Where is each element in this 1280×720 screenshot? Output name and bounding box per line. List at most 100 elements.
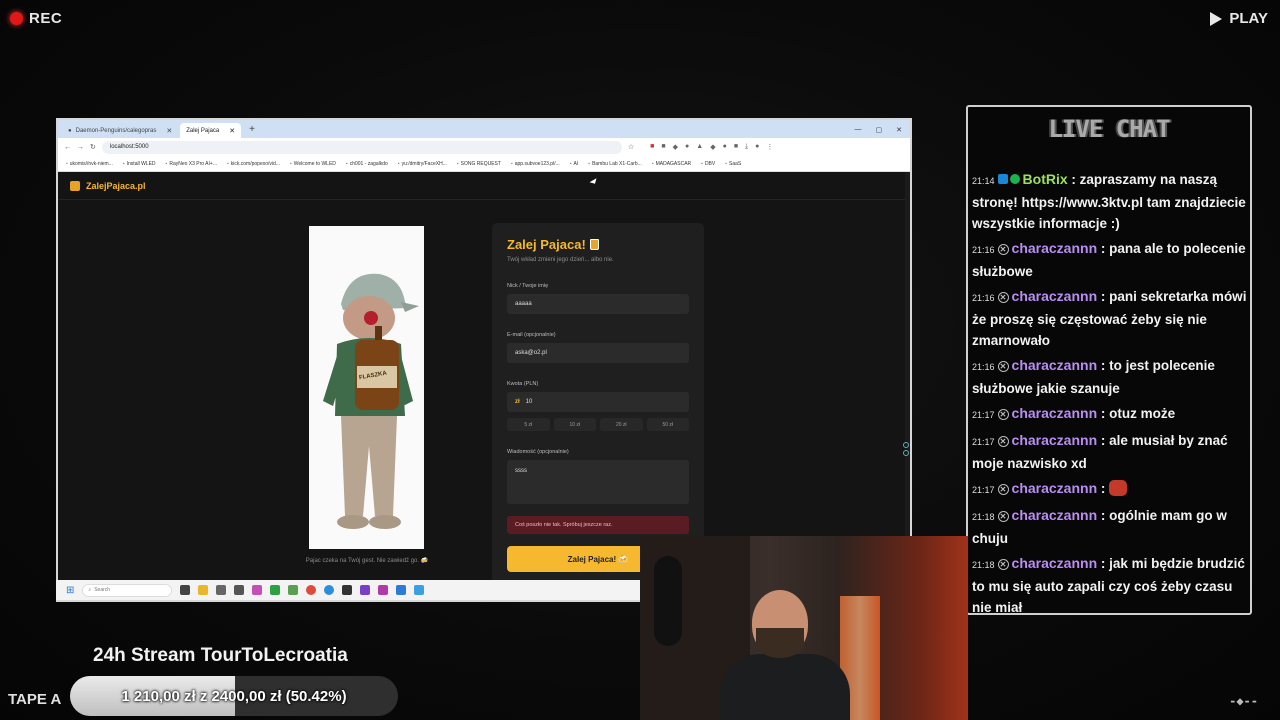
bookmark-item[interactable]: kick.com/popexo/vid... — [227, 161, 280, 167]
extension-icon[interactable]: ▲ — [696, 143, 703, 151]
bookmarks-bar: ukomis//nvk-niem... Install WLED RayNeo … — [58, 156, 910, 172]
user-badge-icon: ✕ — [997, 484, 1009, 495]
amount-input[interactable]: zł 10 — [507, 392, 689, 412]
side-widget[interactable] — [902, 442, 910, 462]
new-tab-icon[interactable]: + — [249, 124, 255, 135]
bookmark-item[interactable]: yu:/dmitry/FaceXH... — [398, 161, 447, 167]
download-icon[interactable]: ⤓ — [745, 143, 748, 151]
site-logo[interactable]: ZalejPajaca.pl — [86, 181, 146, 191]
user-badge-icon: ✕ — [997, 292, 1009, 303]
message-user[interactable]: characzannn — [1012, 357, 1098, 373]
forward-icon[interactable]: → — [77, 144, 84, 151]
bookmark-item[interactable]: AI — [570, 161, 579, 167]
bookmark-item[interactable]: SONG REQUEST — [457, 161, 501, 167]
chat-messages[interactable]: 21:14 BotRix : zapraszamy na naszą stronę… — [972, 169, 1248, 615]
extension-icon[interactable]: ◆ — [710, 143, 715, 151]
preset-50-button[interactable]: 50 zł — [646, 418, 689, 431]
message-user[interactable]: characzannn — [1012, 432, 1098, 448]
minimize-icon[interactable]: — — [855, 126, 862, 134]
amount-value: 10 — [525, 399, 533, 405]
user-badge-icon: ✕ — [997, 361, 1009, 372]
message-user[interactable]: characzannn — [1012, 555, 1098, 571]
close-tab-icon[interactable]: ✕ — [166, 127, 172, 135]
app-icon[interactable] — [378, 585, 389, 595]
extension-icon[interactable]: ◆ — [673, 143, 678, 151]
app-icon[interactable] — [234, 585, 245, 595]
maximize-icon[interactable]: ▢ — [876, 126, 883, 134]
task-view-icon[interactable] — [180, 585, 191, 595]
email-input[interactable]: aska@o2.pl — [507, 343, 689, 363]
app-icon[interactable] — [252, 585, 263, 595]
url-text: localhost:5000 — [109, 144, 149, 150]
play-label: PLAY — [1229, 10, 1268, 27]
taskbar-search[interactable]: ⌕ Search — [82, 583, 173, 597]
app-icon[interactable] — [414, 585, 425, 595]
clown-figure-icon — [309, 226, 424, 549]
preset-10-button[interactable]: 10 zł — [553, 418, 596, 431]
app-icon[interactable] — [288, 585, 299, 595]
message-user[interactable]: characzannn — [1012, 507, 1098, 523]
nick-label: Nick / Twoje imię — [507, 283, 549, 289]
menu-icon[interactable]: ⋮ — [766, 143, 773, 151]
preset-5-button[interactable]: 5 zł — [507, 418, 550, 431]
message-time: 21:16 — [972, 293, 995, 303]
window-controls: — ▢ ✕ — [855, 126, 911, 134]
bookmark-item[interactable]: app.subvoe123.pl/... — [511, 161, 560, 167]
reload-icon[interactable]: ↻ — [90, 143, 96, 151]
windows-start-icon[interactable]: ⊞ — [66, 585, 74, 596]
app-icon[interactable] — [216, 585, 227, 595]
message-text: ogólnie mam go w chuju — [972, 508, 1227, 546]
app-icon[interactable] — [342, 585, 353, 595]
extension-icon[interactable]: ■ — [650, 143, 654, 151]
app-icon[interactable] — [270, 585, 281, 595]
bookmark-item[interactable]: Bambu Lab X1-Carb... — [588, 161, 642, 167]
message-time: 21:17 — [972, 437, 995, 447]
message-textarea[interactable]: ssss — [507, 460, 689, 504]
chrome-icon[interactable] — [306, 585, 317, 595]
message-user[interactable]: characzannn — [1012, 288, 1098, 304]
bookmark-item[interactable]: ukomis//nvk-niem... — [66, 161, 113, 167]
back-icon[interactable]: ← — [64, 144, 71, 151]
tab-bar: ● Daemon-Penguins/calegopras ✕ Zalej Paj… — [58, 120, 910, 138]
chat-message: 21:16 ✕ characzannn : to jest polecenie sł… — [972, 357, 1215, 396]
nick-input[interactable]: aaaaa — [507, 294, 689, 314]
edge-icon[interactable] — [324, 585, 335, 595]
bookmark-item[interactable]: DBV — [701, 161, 715, 167]
bookmark-item[interactable]: SaaS — [725, 161, 741, 167]
message-label: Wiadomość (opcjonalnie) — [507, 449, 569, 455]
email-label: E-mail (opcjonalnie) — [507, 332, 556, 338]
profile-icon[interactable]: ● — [755, 143, 759, 151]
image-caption: Pajac czeka na Twój gest. Nie zawiedź go… — [305, 558, 429, 564]
message-time: 21:18 — [972, 560, 995, 570]
message-user[interactable]: characzannn — [1012, 405, 1098, 421]
url-field[interactable]: localhost:5000 — [101, 140, 622, 154]
message-text: otuz może — [1109, 406, 1176, 421]
error-message: Coś poszło nie tak. Spróbuj jeszcze raz. — [507, 516, 689, 534]
message-user[interactable]: BotRix — [1023, 171, 1068, 187]
chat-message: 21:16 ✕ characzannn : pani sekretarka mówi… — [972, 288, 1247, 348]
bookmark-star-icon[interactable]: ☆ — [628, 143, 634, 151]
tab-github[interactable]: ● Daemon-Penguins/calegopras ✕ — [62, 123, 178, 138]
chat-message: 21:18 ✕ characzannn : jak mi będzie brudzi… — [972, 555, 1245, 615]
close-tab-icon[interactable]: ✕ — [229, 127, 235, 135]
rec-indicator: REC — [10, 10, 62, 27]
close-window-icon[interactable]: ✕ — [896, 126, 902, 134]
tab-zalej-pajaca[interactable]: Zalej Pajaca ✕ — [180, 123, 242, 138]
preset-20-button[interactable]: 20 zł — [600, 418, 643, 431]
extension-icon[interactable]: ● — [685, 143, 689, 151]
file-explorer-icon[interactable] — [198, 585, 209, 595]
message-time: 21:18 — [972, 512, 995, 522]
extension-icon[interactable]: ● — [723, 143, 727, 151]
bookmark-item[interactable]: ch001 - zagalkdo — [346, 161, 388, 167]
bookmark-item[interactable]: Install WLED — [123, 161, 156, 167]
bookmark-item[interactable]: Welcome to WLED — [290, 161, 336, 167]
bookmark-item[interactable]: RayNeo X3 Pro AI+... — [166, 161, 217, 167]
message-user[interactable]: characzannn — [1012, 240, 1098, 256]
windows-taskbar: ⊞ ⌕ Search — [56, 580, 640, 600]
app-icon[interactable] — [360, 585, 371, 595]
extension-icon[interactable]: ■ — [734, 143, 738, 151]
extension-icon[interactable]: ■ — [661, 143, 665, 151]
bookmark-item[interactable]: MADAGASCAR — [652, 161, 692, 167]
message-user[interactable]: characzannn — [1012, 480, 1098, 496]
app-icon[interactable] — [396, 585, 407, 595]
